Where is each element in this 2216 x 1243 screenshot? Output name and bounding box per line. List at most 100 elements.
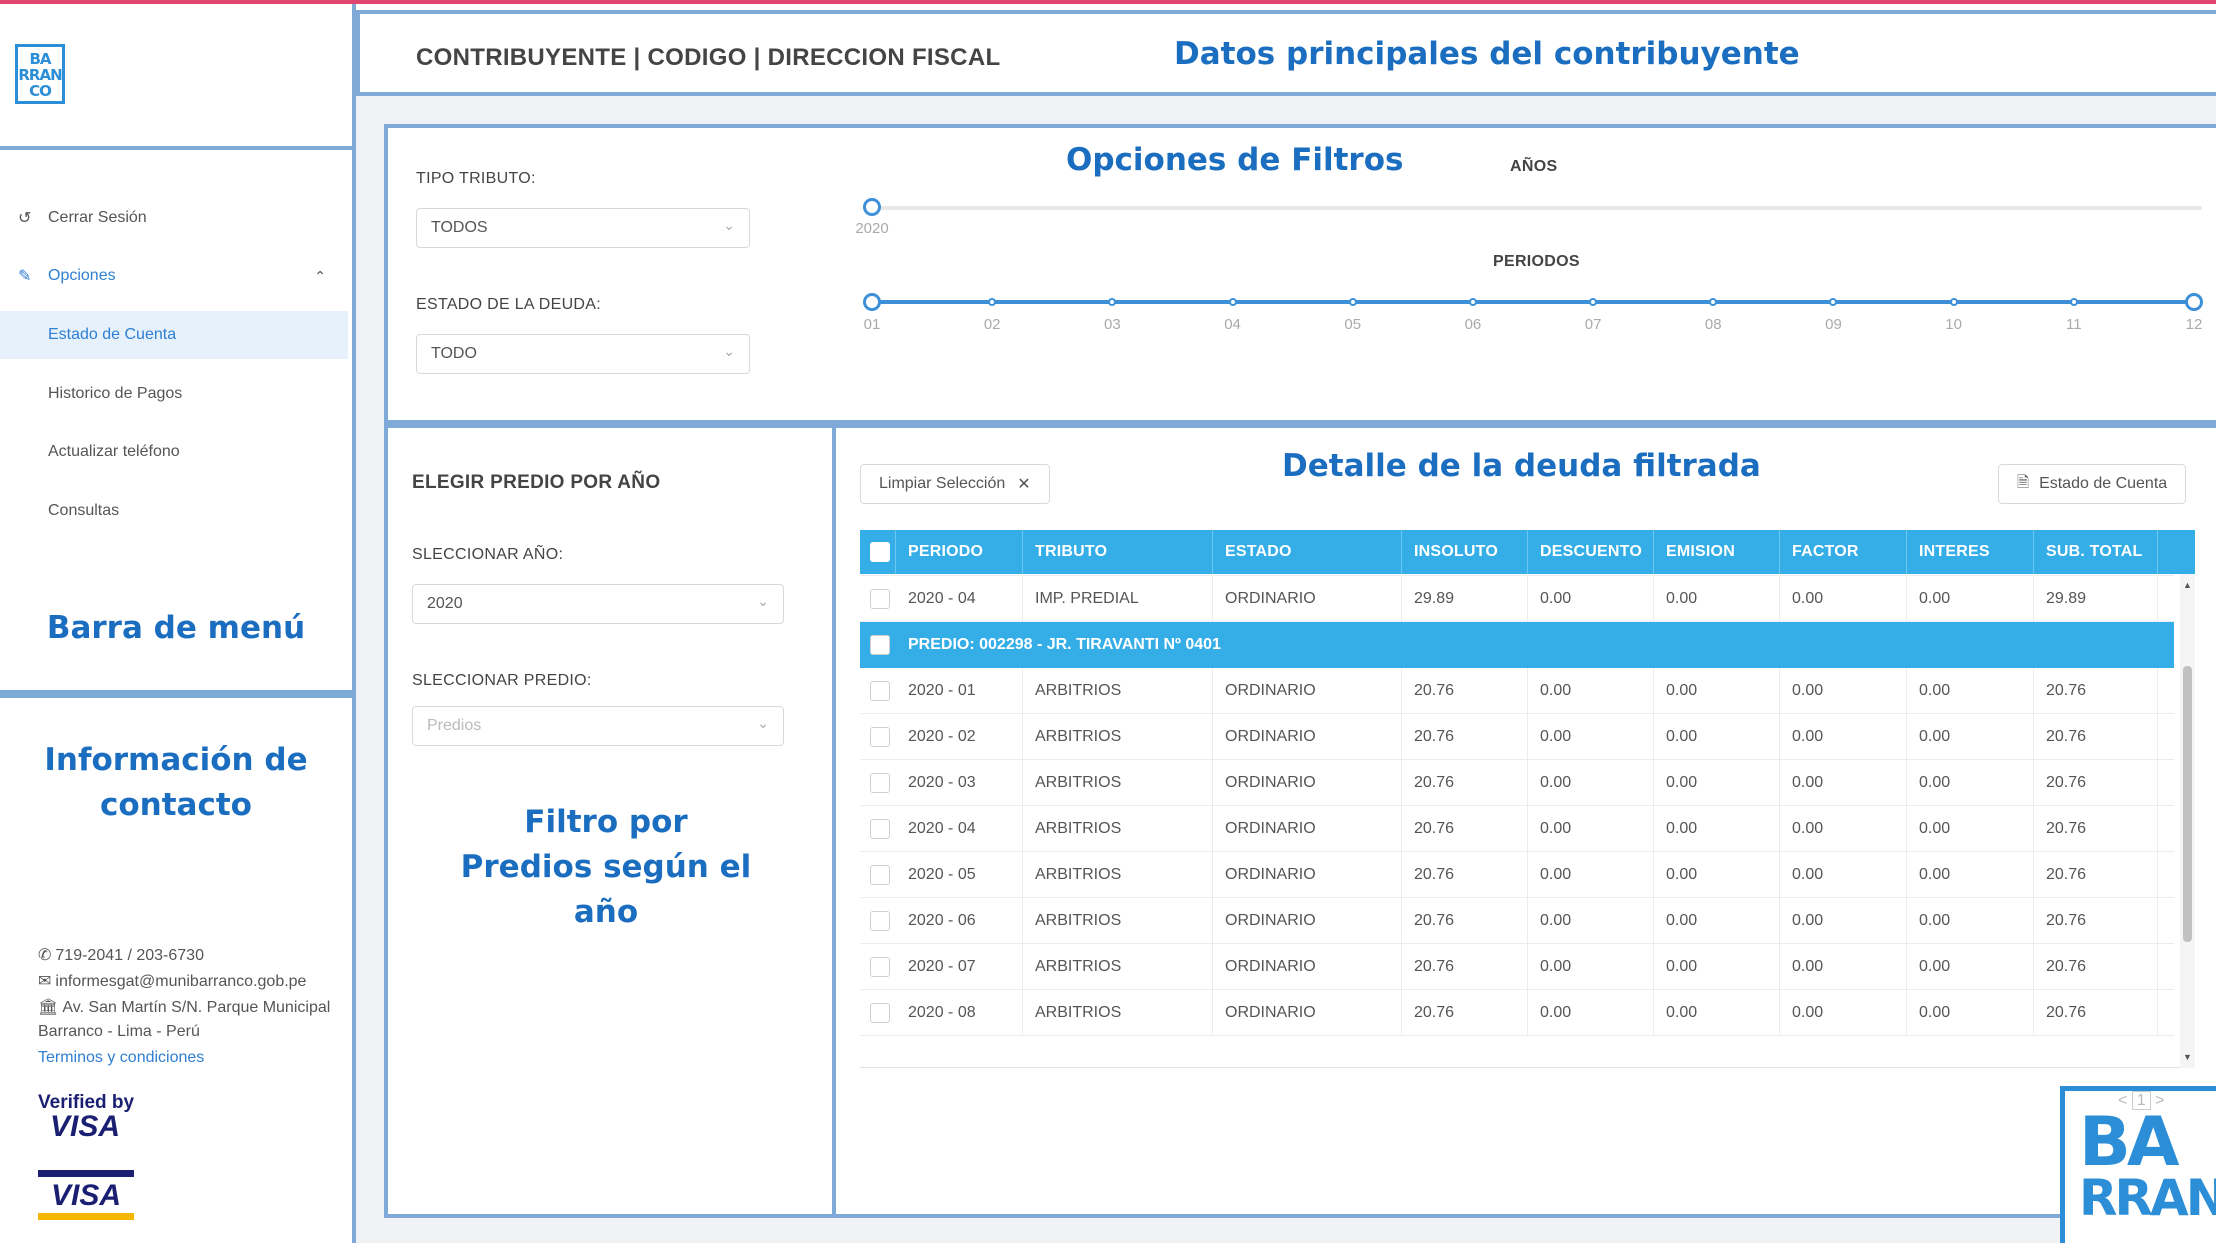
table-cell-estado: ORDINARIO bbox=[1213, 713, 1402, 760]
group-checkbox[interactable] bbox=[870, 635, 890, 655]
column-header[interactable]: TRIBUTO bbox=[1023, 530, 1213, 574]
table-cell-insoluto: 20.76 bbox=[1402, 897, 1528, 944]
sidebar-item-actualizar-telefono[interactable]: Actualizar teléfono bbox=[0, 428, 348, 476]
periodos-slider-fill[interactable] bbox=[872, 300, 2194, 304]
column-header[interactable]: INSOLUTO bbox=[1402, 530, 1528, 574]
scroll-up-icon[interactable]: ▲ bbox=[2183, 580, 2192, 590]
table-cell-periodo: 2020 - 04 bbox=[896, 575, 1023, 622]
sidebar-item-opciones[interactable]: ✎ Opciones ⌃ bbox=[0, 252, 348, 300]
periodos-dot[interactable] bbox=[1709, 298, 1718, 306]
periodos-dot[interactable] bbox=[1108, 298, 1117, 306]
periodo-mark: 02 bbox=[983, 316, 1001, 333]
grid-scrollbar[interactable]: ▲ ▼ bbox=[2180, 574, 2195, 1068]
row-checkbox[interactable] bbox=[870, 910, 890, 931]
chevron-left-icon[interactable]: < bbox=[2118, 1092, 2127, 1109]
table-row[interactable]: 2020 - 01 ARBITRIOS ORDINARIO 20.76 0.00 0.00… bbox=[860, 667, 2174, 714]
sidebar-item-estado-de-cuenta[interactable]: Estado de Cuenta bbox=[0, 311, 348, 359]
grid-scroll-thumb[interactable] bbox=[2183, 666, 2192, 942]
row-checkbox[interactable] bbox=[870, 726, 890, 747]
periodo-mark: 04 bbox=[1224, 316, 1241, 333]
table-cell-interes: 0.00 bbox=[1907, 989, 2034, 1036]
predio-select-placeholder: Predios bbox=[427, 717, 482, 734]
tipo-tributo-value: TODOS bbox=[431, 219, 488, 236]
tipo-tributo-select[interactable]: TODOS ⌄ bbox=[416, 208, 750, 248]
sidebar-item-label: Consultas bbox=[48, 502, 120, 519]
column-header[interactable]: INTERES bbox=[1907, 530, 2034, 574]
periodos-dot[interactable] bbox=[1348, 298, 1357, 306]
pdf-file-icon: 🗎 bbox=[2017, 473, 2030, 491]
taxpayer-title: CONTRIBUYENTE | CODIGO | DIRECCION FISCA… bbox=[416, 44, 1001, 71]
select-all-checkbox[interactable] bbox=[870, 542, 890, 562]
row-checkbox[interactable] bbox=[870, 864, 890, 885]
estado-de-cuenta-button[interactable]: 🗎 Estado de Cuenta bbox=[1998, 464, 2187, 504]
logout-icon: ↺ bbox=[18, 210, 32, 227]
column-header[interactable]: SUB. TOTAL bbox=[2034, 530, 2158, 574]
terms-link[interactable]: Terminos y condiciones bbox=[38, 1049, 204, 1067]
table-row[interactable]: 2020 - 02 ARBITRIOS ORDINARIO 20.76 0.00 0.00… bbox=[860, 713, 2174, 760]
row-checkbox[interactable] bbox=[870, 818, 890, 839]
barranco-logo[interactable]: BA RRAN CO bbox=[15, 44, 65, 104]
clear-selection-button[interactable]: Limpiar Selección ✕ bbox=[860, 464, 1050, 504]
predio-select[interactable]: Predios ⌄ bbox=[412, 706, 784, 746]
table-row[interactable]: 2020 - 04 ARBITRIOS ORDINARIO 20.76 0.00 0.00… bbox=[860, 805, 2174, 852]
detail-annotation: Detalle de la deuda filtrada bbox=[1282, 448, 1761, 484]
periodos-dot[interactable] bbox=[1589, 298, 1598, 306]
table-cell-subtotal: 20.76 bbox=[2034, 805, 2158, 852]
periodos-dot[interactable] bbox=[1829, 298, 1838, 306]
table-row[interactable]: 2020 - 07 ARBITRIOS ORDINARIO 20.76 0.00 0.00… bbox=[860, 943, 2174, 990]
scroll-down-icon[interactable]: ▼ bbox=[2183, 1052, 2192, 1062]
table-row[interactable]: 2020 - 08 ARBITRIOS ORDINARIO 20.76 0.00 0.00… bbox=[860, 989, 2174, 1036]
periodos-slider-handle[interactable] bbox=[2185, 293, 2203, 311]
column-header[interactable]: FACTOR bbox=[1780, 530, 1907, 574]
anios-slider-track[interactable] bbox=[872, 206, 2202, 210]
column-header[interactable]: ESTADO bbox=[1213, 530, 1402, 574]
row-checkbox[interactable] bbox=[870, 1002, 890, 1023]
table-cell-factor: 0.00 bbox=[1780, 759, 1907, 806]
table-cell-emision: 0.00 bbox=[1654, 575, 1780, 622]
row-checkbox[interactable] bbox=[870, 772, 890, 793]
sidebar-item-historico-de-pagos[interactable]: Historico de Pagos bbox=[0, 370, 348, 418]
table-cell-periodo: 2020 - 05 bbox=[896, 851, 1023, 898]
periodos-dot[interactable] bbox=[1949, 298, 1958, 306]
table-row[interactable]: 2020 - 05 ARBITRIOS ORDINARIO 20.76 0.00 0.00… bbox=[860, 851, 2174, 898]
table-cell-estado: ORDINARIO bbox=[1213, 897, 1402, 944]
table-row[interactable]: 2020 - 04 IMP. PREDIAL ORDINARIO 29.89 0.00 0… bbox=[860, 575, 2174, 622]
column-header[interactable]: PERIODO bbox=[896, 530, 1023, 574]
periodos-slider-handle[interactable] bbox=[863, 293, 881, 311]
chevron-down-icon: ⌄ bbox=[757, 593, 769, 609]
periodos-slider-title: PERIODOS bbox=[1493, 253, 1580, 270]
table-cell-insoluto: 20.76 bbox=[1402, 667, 1528, 714]
periodos-dot[interactable] bbox=[1228, 298, 1237, 306]
chevron-right-icon[interactable]: > bbox=[2155, 1092, 2164, 1109]
predio-group-row[interactable]: PREDIO: 002298 - JR. TIRAVANTI Nº 0401 bbox=[860, 622, 2174, 668]
estado-deuda-select[interactable]: TODO ⌄ bbox=[416, 334, 750, 374]
predio-select-label: SLECCIONAR PREDIO: bbox=[412, 672, 592, 689]
table-row[interactable]: 2020 - 06 ARBITRIOS ORDINARIO 20.76 0.00 0.00… bbox=[860, 897, 2174, 944]
sidebar-item-consultas[interactable]: Consultas bbox=[0, 487, 348, 535]
row-checkbox[interactable] bbox=[870, 956, 890, 977]
visa-logo-text: VISA bbox=[50, 1179, 122, 1212]
table-cell-subtotal: 20.76 bbox=[2034, 943, 2158, 990]
table-row[interactable]: 2020 - 03 ARBITRIOS ORDINARIO 20.76 0.00 0.00… bbox=[860, 759, 2174, 806]
anios-slider-handle[interactable] bbox=[863, 198, 881, 216]
anio-select[interactable]: 2020 ⌄ bbox=[412, 584, 784, 624]
table-cell-tributo: ARBITRIOS bbox=[1023, 667, 1213, 714]
table-cell-factor: 0.00 bbox=[1780, 575, 1907, 622]
building-icon: 🏛 bbox=[38, 999, 59, 1016]
table-cell-estado: ORDINARIO bbox=[1213, 575, 1402, 622]
table-cell-descuento: 0.00 bbox=[1528, 575, 1654, 622]
row-checkbox[interactable] bbox=[870, 588, 890, 609]
table-cell-insoluto: 20.76 bbox=[1402, 759, 1528, 806]
periodos-dot[interactable] bbox=[1468, 298, 1477, 306]
column-header[interactable]: EMISION bbox=[1654, 530, 1780, 574]
table-cell-tributo: ARBITRIOS bbox=[1023, 943, 1213, 990]
periodos-dot[interactable] bbox=[988, 298, 997, 306]
periodos-dot[interactable] bbox=[2069, 298, 2078, 306]
sidebar-item-cerrar-sesion[interactable]: ↺ Cerrar Sesión bbox=[0, 194, 348, 242]
column-header[interactable]: DESCUENTO bbox=[1528, 530, 1654, 574]
row-checkbox[interactable] bbox=[870, 680, 890, 701]
mini-pager[interactable]: < 1 > bbox=[2118, 1091, 2165, 1110]
filters-annotation: Opciones de Filtros bbox=[1066, 142, 1404, 178]
contact-email[interactable]: ✉ informesgat@munibarranco.gob.pe bbox=[38, 971, 306, 991]
debt-grid-header: PERIODO TRIBUTO ESTADO INSOLUTO DESCUENTO EMI… bbox=[860, 530, 2195, 574]
